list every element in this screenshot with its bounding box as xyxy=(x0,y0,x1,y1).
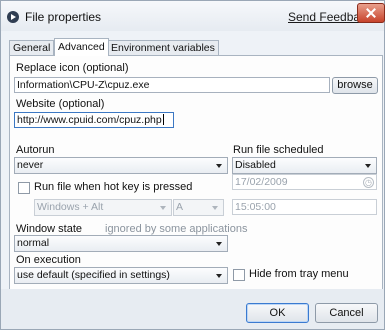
title-bar: File properties Send Feedback xyxy=(1,1,385,31)
on-execution-label: On execution xyxy=(16,254,81,266)
window-state-select[interactable]: normal xyxy=(14,235,228,252)
hotkey-key-select[interactable]: A xyxy=(173,199,224,216)
close-icon[interactable] xyxy=(357,3,385,23)
hide-tray-checkbox[interactable] xyxy=(233,269,245,281)
hotkey-checkbox[interactable] xyxy=(18,182,30,194)
schedule-time-input[interactable]: 15:05:00 xyxy=(232,199,377,215)
hotkey-modifier-select[interactable]: Windows + Alt xyxy=(34,199,172,216)
hotkey-label: Run file when hot key is pressed xyxy=(34,181,193,193)
tab-advanced[interactable]: Advanced xyxy=(54,38,109,56)
app-icon xyxy=(7,11,19,23)
run-file-scheduled-label: Run file scheduled xyxy=(233,144,324,156)
dialog-footer: OK Cancel xyxy=(1,289,384,329)
file-properties-window: File properties Send Feedback General Ad… xyxy=(0,0,385,330)
window-state-label: Window state xyxy=(16,223,83,235)
tab-environment-variables[interactable]: Environment variables xyxy=(107,40,219,56)
autorun-select[interactable]: never xyxy=(14,157,228,174)
schedule-date-input[interactable]: 17/02/2009 ◷ xyxy=(232,174,377,190)
cancel-button[interactable]: Cancel xyxy=(315,303,378,323)
website-input[interactable]: http://www.cpuid.com/cpuz.php xyxy=(14,112,174,128)
hide-tray-label: Hide from tray menu xyxy=(249,268,349,280)
schedule-select[interactable]: Disabled xyxy=(232,157,377,174)
on-execution-select[interactable]: use default (specified in settings) xyxy=(14,267,228,284)
website-label: Website (optional) xyxy=(16,98,105,110)
advanced-panel: Replace icon (optional) Information\CPU-… xyxy=(9,55,383,290)
replace-icon-label: Replace icon (optional) xyxy=(16,62,129,74)
replace-icon-input[interactable]: Information\CPU-Z\cpuz.exe xyxy=(14,77,330,93)
window-title: File properties xyxy=(25,10,102,24)
tab-general[interactable]: General xyxy=(9,40,55,56)
ok-button[interactable]: OK xyxy=(246,303,309,323)
browse-button[interactable]: browse xyxy=(332,77,378,94)
window-state-note: ignored by some applications xyxy=(105,223,248,235)
autorun-label: Autorun xyxy=(16,144,55,156)
